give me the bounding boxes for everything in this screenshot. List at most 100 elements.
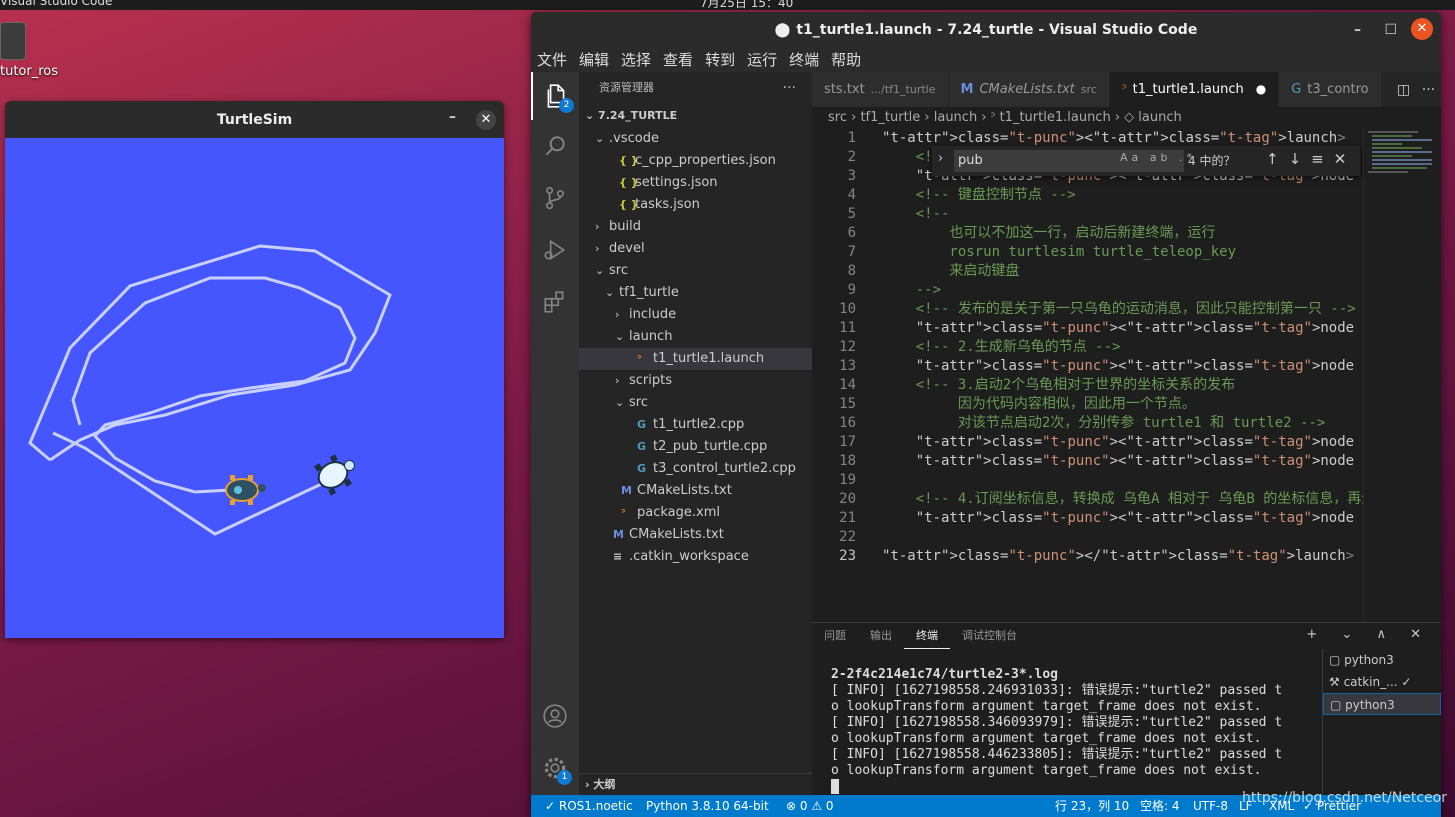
more-actions-icon[interactable]: ··· — [1422, 82, 1435, 98]
vscode-titlebar[interactable]: ⬤ t1_turtle1.launch - 7.24_turtle - Visu… — [531, 12, 1441, 48]
explorer-button[interactable]: 2 — [531, 72, 579, 120]
code-line[interactable]: 19 — [812, 471, 1363, 490]
menu-go[interactable]: 转到 — [699, 48, 741, 72]
tab-problems[interactable]: 问题 — [812, 623, 858, 649]
manage-button[interactable]: 1 — [531, 744, 579, 792]
tab-t1-turtle1-launch[interactable]: ᵓ t1_turtle1.launch ● — [1109, 72, 1280, 107]
code-line[interactable]: 12 <!-- 2.生成新乌龟的节点 --> — [812, 338, 1363, 357]
code-line[interactable]: 23 "t-attr">class="t-punc"></"t-attr">cla… — [812, 547, 1363, 566]
tree-file[interactable]: ᵓ t1_turtle1.launch — [579, 348, 812, 370]
close-button[interactable]: ✕ — [1411, 18, 1433, 40]
split-editor-icon[interactable]: ◫ — [1397, 82, 1410, 98]
run-debug-button[interactable] — [531, 226, 579, 274]
toggle-replace-icon[interactable]: › — [938, 151, 943, 166]
tree-file[interactable]: Gt1_turtle2.cpp — [579, 414, 812, 436]
tree-folder[interactable]: › scripts — [579, 370, 812, 392]
status-ros[interactable]: ✓ ROS1.noetic — [545, 795, 633, 817]
code-line[interactable]: 13 "t-attr">class="t-punc"><"t-attr">cla… — [812, 357, 1363, 376]
code-line[interactable]: 18 "t-attr">class="t-punc"><"t-attr">cla… — [812, 452, 1363, 471]
extensions-button[interactable] — [531, 278, 579, 326]
tree-file[interactable]: M CMakeLists.txt — [579, 524, 812, 546]
code-line[interactable]: 6 也可以不加这一行，启动后新建终端，运行 — [812, 224, 1363, 243]
menu-view[interactable]: 查看 — [657, 48, 699, 72]
code-line[interactable]: 22 — [812, 528, 1363, 547]
workspace-root[interactable]: ⌄ 7.24_TURTLE — [579, 104, 812, 128]
tab-cmakelists[interactable]: M CMakeLists.txt src — [948, 72, 1110, 107]
tree-folder[interactable]: ⌄ launch — [579, 326, 812, 348]
code-line[interactable]: 16 对该节点启动2次，分别传参 turtle1 和 turtle2 --> — [812, 414, 1363, 433]
menu-terminal[interactable]: 终端 — [783, 48, 825, 72]
menu-selection[interactable]: 选择 — [615, 48, 657, 72]
code-line[interactable]: 11 "t-attr">class="t-punc"><"t-attr">cla… — [812, 319, 1363, 338]
close-find-button[interactable]: ✕ — [1334, 150, 1347, 168]
code-line[interactable]: 5 <!-- — [812, 205, 1363, 224]
menu-edit[interactable]: 编辑 — [573, 48, 615, 72]
code-line[interactable]: 14 <!-- 3.启动2个乌龟相对于世界的坐标关系的发布 — [812, 376, 1363, 395]
tree-folder[interactable]: ⌄ tf1_turtle — [579, 282, 812, 304]
tree-folder[interactable]: ⌄ src — [579, 392, 812, 414]
tab-output[interactable]: 输出 — [858, 623, 904, 649]
unsaved-dot-icon[interactable]: ● — [1256, 82, 1266, 96]
minimize-button[interactable]: – — [1354, 22, 1361, 38]
code-line[interactable]: 21 "t-attr">class="t-punc"><"t-attr">cla… — [812, 509, 1363, 528]
find-in-selection-button[interactable]: ≡ — [1311, 150, 1324, 168]
terminal-output[interactable]: 2-2f4c214e1c74/turtle2-3*.log[ INFO] [16… — [831, 667, 1316, 795]
panel-actions[interactable]: + ⌄ ∧ ✕ — [1306, 627, 1431, 642]
tree-folder[interactable]: › build — [579, 216, 812, 238]
status-cursor-position[interactable]: 行 23，列 10 — [1055, 795, 1129, 817]
tree-file[interactable]: { }c_cpp_properties.json — [579, 150, 812, 172]
tab-sts-txt[interactable]: sts.txt .../tf1_turtle — [812, 72, 949, 107]
minimize-button[interactable]: – — [449, 109, 456, 125]
menu-help[interactable]: 帮助 — [825, 48, 867, 72]
code-editor[interactable]: 1 "t-attr">class="t-punc"><"t-attr">class… — [812, 129, 1363, 622]
tree-file[interactable]: ≡ .catkin_workspace — [579, 546, 812, 568]
tree-file[interactable]: { }tasks.json — [579, 194, 812, 216]
tree-file[interactable]: M CMakeLists.txt — [579, 480, 812, 502]
desktop-folder-icon[interactable] — [0, 22, 26, 60]
tab-t3-control[interactable]: Gt3_contro — [1279, 72, 1382, 107]
status-python[interactable]: Python 3.8.10 64-bit — [646, 795, 769, 817]
find-options[interactable]: Aa ab .* — [1120, 151, 1196, 164]
minimap[interactable] — [1363, 129, 1441, 622]
code-line[interactable]: 20 <!-- 4.订阅坐标信息，转换成 乌龟A 相对于 乌龟B 的坐标信息，再… — [812, 490, 1363, 509]
maximize-button[interactable]: ☐ — [1384, 22, 1397, 38]
tree-folder[interactable]: ⌄ .vscode — [579, 128, 812, 150]
tab-debug-console[interactable]: 调试控制台 — [950, 623, 1029, 649]
menu-file[interactable]: 文件 — [531, 48, 573, 72]
accounts-button[interactable] — [531, 692, 579, 740]
tree-file[interactable]: { }settings.json — [579, 172, 812, 194]
terminal-item-catkin[interactable]: ⚒ catkin_... ✓ — [1323, 671, 1441, 693]
turtlesim-titlebar[interactable]: TurtleSim – ✕ — [5, 101, 504, 138]
code-line[interactable]: 17 "t-attr">class="t-punc"><"t-attr">cla… — [812, 433, 1363, 452]
topbar-app-name[interactable]: Visual Studio Code — [0, 0, 112, 8]
tree-file[interactable]: Gt3_control_turtle2.cpp — [579, 458, 812, 480]
close-button[interactable]: ✕ — [476, 110, 496, 130]
outline-section[interactable]: › 大纲 — [579, 773, 812, 795]
more-actions-icon[interactable]: ··· — [783, 72, 796, 104]
tree-folder[interactable]: › devel — [579, 238, 812, 260]
tree-folder[interactable]: › include — [579, 304, 812, 326]
tab-terminal[interactable]: 终端 — [904, 623, 950, 649]
status-problems[interactable]: ⊗ 0 ⚠ 0 — [786, 795, 834, 817]
code-line[interactable]: 10 <!-- 发布的是关于第一只乌龟的运动消息，因此只能控制第一只 --> — [812, 300, 1363, 319]
code-line[interactable]: 4 <!-- 键盘控制节点 --> — [812, 186, 1363, 205]
code-line[interactable]: 8 来启动键盘 — [812, 262, 1363, 281]
previous-match-button[interactable]: ↑ — [1266, 150, 1279, 168]
source-control-button[interactable] — [531, 174, 579, 222]
code-line[interactable]: 7 rosrun turtlesim turtle_teleop_key — [812, 243, 1363, 262]
tree-file[interactable]: ᵓ package.xml — [579, 502, 812, 524]
terminal-item-python3[interactable]: ▢ python3 — [1323, 649, 1441, 671]
breadcrumb[interactable]: src › tf1_turtle › launch › ᵓ t1_turtle1… — [812, 107, 1441, 129]
terminal-item-python3-active[interactable]: ▢ python3 — [1323, 693, 1441, 715]
code-line[interactable]: 9 --> — [812, 281, 1363, 300]
topbar-clock[interactable]: 7月25日 15：40 — [700, 0, 793, 10]
tree-file[interactable]: Gt2_pub_turtle.cpp — [579, 436, 812, 458]
menu-run[interactable]: 运行 — [741, 48, 783, 72]
status-encoding[interactable]: UTF-8 — [1193, 795, 1228, 817]
next-match-button[interactable]: ↓ — [1289, 150, 1302, 168]
desktop-icon-label[interactable]: tutor_ros — [0, 64, 58, 79]
code-line[interactable]: 15 因为代码内容相似，因此用一个节点。 — [812, 395, 1363, 414]
tree-folder[interactable]: ⌄ src — [579, 260, 812, 282]
search-button[interactable] — [531, 122, 579, 170]
status-indentation[interactable]: 空格: 4 — [1140, 795, 1180, 817]
